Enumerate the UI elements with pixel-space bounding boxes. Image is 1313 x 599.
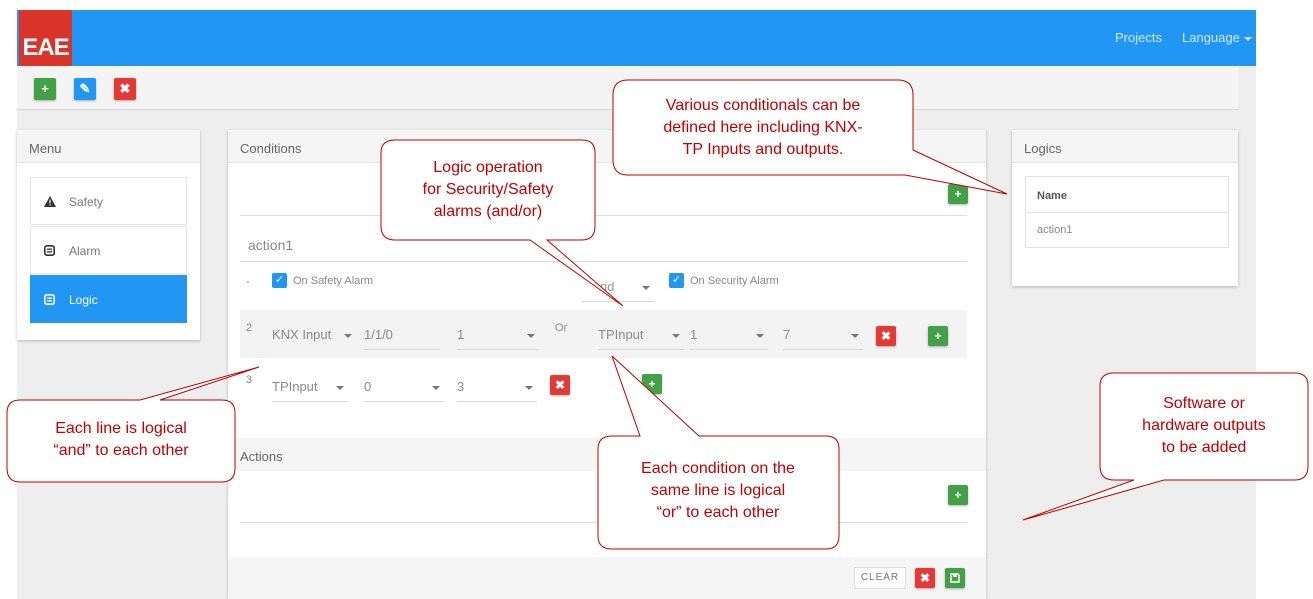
callout-each-condition: Each condition on the same line is logic… (600, 458, 836, 524)
callout-line: for Security/Safety (422, 181, 554, 198)
screenshot-stage: EAE Projects Language + ✎ ✖ Menu Safety … (0, 0, 1313, 599)
callout-line: to be added (1161, 439, 1247, 456)
callout-line: Various conditionals can be (665, 97, 861, 114)
callout-line: alarms (and/or) (433, 203, 543, 220)
callout-line: Each condition on the (641, 460, 795, 477)
callout-line: defined here including KNX- (663, 119, 863, 136)
callout-line: Each line is logical (55, 420, 187, 437)
callout-outputs: Software or hardware outputs to be added (1102, 393, 1306, 459)
callout-line: “or” to each other (656, 504, 780, 521)
callout-line: Logic operation (433, 159, 543, 176)
callout-line: same line is logical (650, 482, 786, 499)
callout-conditionals: Various conditionals can be defined here… (628, 95, 898, 161)
callout-line: hardware outputs (1142, 417, 1266, 434)
callout-line: TP Inputs and outputs. (682, 141, 844, 158)
callout-logic-operation: Logic operation for Security/Safety alar… (385, 157, 591, 223)
callout-line: Software or (1163, 395, 1245, 412)
callout-line: “and” to each other (53, 442, 189, 459)
callout-each-line: Each line is logical “and” to each other (10, 418, 232, 462)
